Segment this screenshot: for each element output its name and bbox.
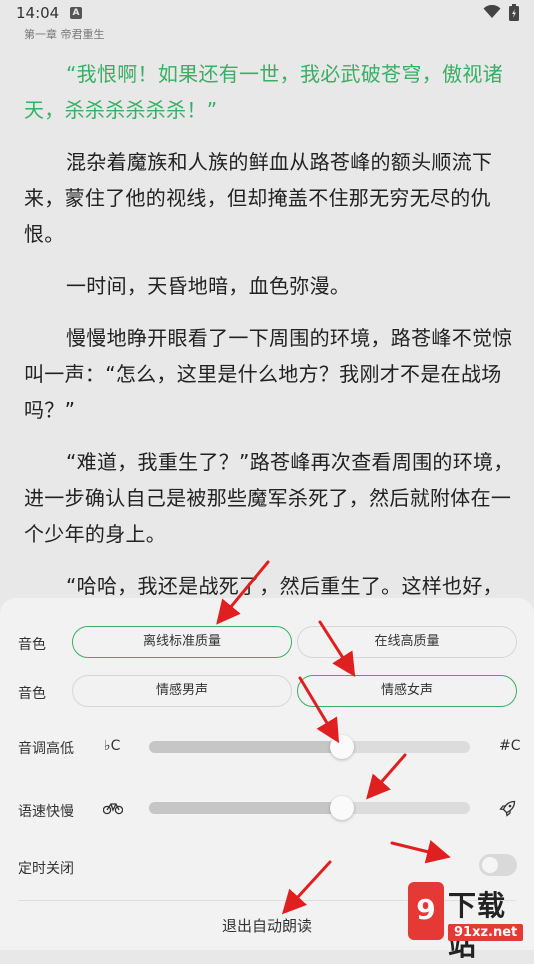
paragraph: “难道，我重生了？”路苍峰再次查看周围的环境，进一步确认自己是被那些魔军杀死了，… [24, 450, 514, 546]
status-time: 14:04 [16, 4, 60, 22]
battery-icon [509, 4, 519, 21]
timer-toggle-knob [482, 857, 498, 873]
speed-label: 语速快慢 [18, 804, 74, 820]
paragraph: 一时间，天昏地暗，血色弥漫。 [66, 274, 351, 298]
timer-toggle[interactable] [479, 854, 517, 876]
flat-c-icon: ♭C [104, 738, 121, 754]
sharp-c-icon: #C [499, 738, 521, 754]
paragraph: 慢慢地睁开眼看了一下周围的环境，路苍峰不觉惊叫一声：“怎么，这里是什么地方？我刚… [24, 326, 513, 422]
pitch-slider-thumb[interactable] [329, 735, 354, 759]
speed-slider[interactable] [149, 796, 470, 820]
voice-label: 音色 [18, 686, 46, 702]
watermark-url: 91xz.net [448, 924, 524, 941]
wifi-icon [483, 5, 501, 18]
quality-option-online[interactable]: 在线高质量 [297, 626, 517, 658]
quality-option-offline[interactable]: 离线标准质量 [72, 626, 292, 658]
pitch-slider[interactable] [149, 735, 470, 759]
timer-label: 定时关闭 [18, 861, 74, 877]
bicycle-icon [103, 803, 123, 815]
notification-icon: A [70, 7, 82, 19]
status-bar: 14:04 A [0, 0, 534, 26]
speed-slider-fill [149, 802, 342, 814]
pitch-slider-fill [149, 741, 342, 753]
voice-option-male[interactable]: 情感男声 [72, 675, 292, 707]
paragraph: “我恨啊！如果还有一世，我必武破苍穹，傲视诸天，杀杀杀杀杀杀！” [24, 62, 503, 122]
rocket-icon [499, 800, 516, 817]
exit-auto-read-button[interactable]: 退出自动朗读 [167, 908, 367, 944]
pitch-label: 音调高低 [18, 741, 74, 757]
voice-option-female[interactable]: 情感女声 [297, 675, 517, 707]
reader-content[interactable]: “我恨啊！如果还有一世，我必武破苍穹，傲视诸天，杀杀杀杀杀杀！” 混杂着魔族和人… [24, 56, 516, 620]
chapter-title: 第一章 帝君重生 [24, 28, 105, 41]
site-watermark: 9 下载站 91xz.net [408, 882, 534, 962]
watermark-logo: 9 [408, 882, 444, 940]
quality-label: 音色 [18, 637, 46, 653]
paragraph: 混杂着魔族和人族的鲜血从路苍峰的额头顺流下来，蒙住了他的视线，但却掩盖不住那无穷… [24, 150, 493, 246]
speed-slider-thumb[interactable] [329, 796, 354, 820]
